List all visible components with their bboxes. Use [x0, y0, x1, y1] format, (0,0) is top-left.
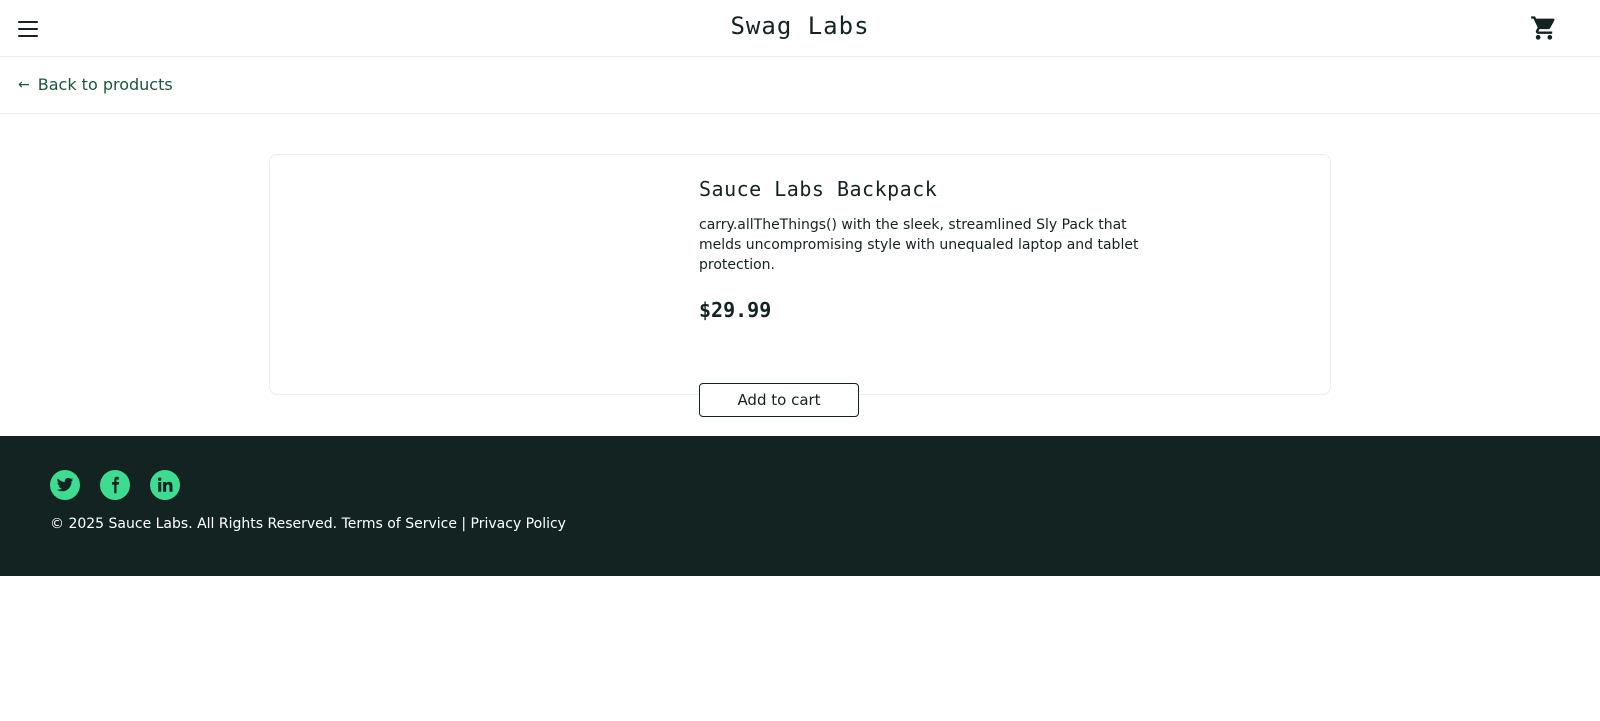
subheader: ← Back to products: [0, 57, 1600, 114]
footer: © 2025 Sauce Labs. All Rights Reserved. …: [0, 436, 1600, 576]
back-to-products-label: Back to products: [37, 75, 173, 94]
product-price: $29.99: [699, 298, 772, 322]
shopping-cart-icon[interactable]: [1530, 14, 1558, 42]
product-image: [270, 155, 690, 394]
arrow-left-icon: ←: [18, 76, 30, 93]
add-to-cart-button[interactable]: Add to cart: [699, 383, 859, 417]
product-details: Sauce Labs Backpack carry.allTheThings()…: [699, 177, 1299, 417]
facebook-icon[interactable]: [100, 470, 130, 500]
product-name: Sauce Labs Backpack: [699, 177, 938, 201]
app-title: Swag Labs: [730, 12, 870, 40]
back-to-products-button[interactable]: ← Back to products: [18, 75, 173, 94]
linkedin-icon[interactable]: [150, 470, 180, 500]
social-links: [50, 470, 180, 500]
product-description: carry.allTheThings() with the sleek, str…: [699, 217, 1139, 273]
copyright-text: © 2025 Sauce Labs. All Rights Reserved. …: [50, 516, 566, 532]
product-detail-card: Sauce Labs Backpack carry.allTheThings()…: [269, 154, 1331, 417]
twitter-icon[interactable]: [50, 470, 80, 500]
header: Swag Labs: [0, 0, 1600, 57]
